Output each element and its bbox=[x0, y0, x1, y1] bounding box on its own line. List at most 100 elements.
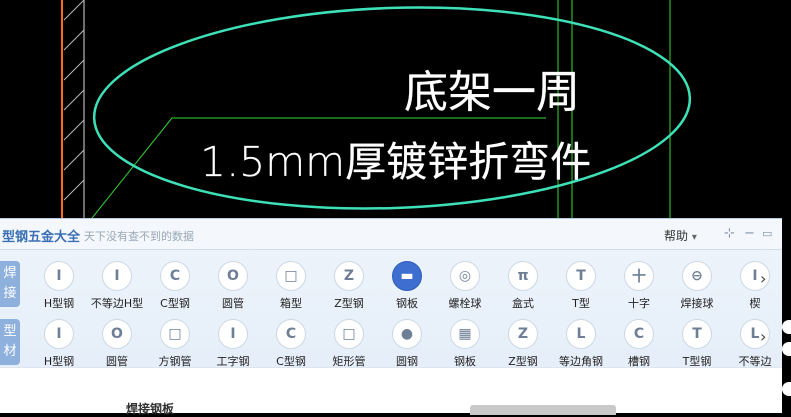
profile-shape-icon: Z bbox=[508, 319, 538, 349]
profile-shape-icon: T bbox=[682, 319, 712, 349]
profile-shape-icon: C bbox=[276, 319, 306, 349]
profile-shape-icon: □ bbox=[334, 319, 364, 349]
profile-shape-icon: ⊖ bbox=[682, 261, 712, 291]
app-subtitle: 天下没有查不到的数据 bbox=[84, 230, 194, 243]
profile-shape-icon: ▬ bbox=[392, 261, 422, 291]
profile-tile[interactable]: ◎ 螺栓球 bbox=[436, 259, 494, 315]
profile-tile[interactable]: I H型钢 bbox=[30, 317, 88, 373]
profile-tile[interactable]: □ 矩形管 bbox=[320, 317, 378, 373]
edge-decoration bbox=[782, 342, 791, 356]
profile-label: 不等边H型 bbox=[90, 297, 144, 310]
profile-tile[interactable]: □ 箱型 bbox=[262, 259, 320, 315]
profile-tile[interactable]: L 不等边 bbox=[726, 317, 784, 373]
help-label: 帮助 bbox=[664, 229, 689, 243]
profile-shape-glyph: O bbox=[111, 326, 123, 342]
profile-shape-glyph: π bbox=[517, 268, 529, 284]
profile-shape-icon: C bbox=[160, 261, 190, 291]
profile-tile[interactable]: I 工字钢 bbox=[204, 317, 262, 373]
edge-decoration bbox=[782, 382, 791, 396]
profile-shape-glyph: ▬ bbox=[400, 268, 414, 284]
scroll-right-icon[interactable]: › bbox=[760, 269, 766, 288]
app-title: 型钢五金大全 bbox=[2, 230, 81, 245]
profile-tile[interactable]: T T型 bbox=[552, 259, 610, 315]
profile-shape-icon: O bbox=[102, 319, 132, 349]
profile-tile[interactable]: O 圆管 bbox=[204, 259, 262, 315]
cad-text-line1: 底架一周 bbox=[404, 67, 580, 118]
profile-shape-icon: ● bbox=[392, 319, 422, 349]
cad-text-line2: 1.5mm厚镀锌折弯件 bbox=[200, 138, 592, 186]
profile-shape-glyph: Z bbox=[343, 268, 355, 284]
profile-tile[interactable]: C 槽钢 bbox=[610, 317, 668, 373]
profile-shape-glyph: I bbox=[752, 268, 758, 284]
profile-label: 箱型 bbox=[280, 297, 302, 310]
profile-tile[interactable]: C C型钢 bbox=[262, 317, 320, 373]
detail-area: 焊接钢板 bbox=[0, 367, 782, 416]
profile-label: H型钢 bbox=[43, 297, 75, 310]
profile-shape-icon: □ bbox=[160, 319, 190, 349]
profile-label: 钢板 bbox=[396, 297, 418, 310]
profile-tile[interactable]: T T型钢 bbox=[668, 317, 726, 373]
profile-shape-icon: ▦ bbox=[450, 319, 480, 349]
profile-tile[interactable]: Z Z型钢 bbox=[494, 317, 552, 373]
profile-label: 盒式 bbox=[512, 297, 534, 310]
profile-shape-glyph: □ bbox=[342, 326, 356, 342]
profile-label: 十字 bbox=[628, 297, 650, 310]
help-menu[interactable]: 帮助 ▾ bbox=[664, 227, 697, 244]
profile-shape-icon: I bbox=[102, 261, 132, 291]
profile-shape-glyph: Z bbox=[517, 326, 529, 342]
scroll-right-icon[interactable]: › bbox=[760, 327, 766, 346]
profile-shape-glyph: L bbox=[750, 326, 760, 342]
profile-tile[interactable]: I楔 bbox=[726, 259, 784, 315]
profile-tile[interactable]: □ 方钢管 bbox=[146, 317, 204, 373]
row-label-profile: 型材 bbox=[0, 319, 20, 365]
profile-tile[interactable]: Z Z型钢 bbox=[320, 259, 378, 315]
profile-tile[interactable]: π 盒式 bbox=[494, 259, 552, 315]
row-profile: 型材 I H型钢 O 圆管 □ 方钢管 I 工字钢 C C型钢 □ 矩形管 ● 圆钢 ▦ 钢板 Z Z型钢 L 等边角… bbox=[0, 317, 782, 373]
profile-shape-icon: Z bbox=[334, 261, 364, 291]
profile-shape-icon: I bbox=[44, 261, 74, 291]
profile-shape-icon: C bbox=[624, 319, 654, 349]
profile-shape-glyph: I bbox=[114, 268, 120, 284]
profile-tile[interactable]: ● 圆钢 bbox=[378, 317, 436, 373]
chevron-down-icon: ▾ bbox=[691, 232, 697, 243]
row-welded: 焊接 I H型钢 I 不等边H型 C C型钢 O 圆管 □ 箱型 Z Z型钢 ▬ 钢板 ◎ 螺栓球 π 盒式 T T型… bbox=[0, 259, 782, 315]
profile-shape-icon: ◎ bbox=[450, 261, 480, 291]
profile-tile[interactable]: L 等边角钢 bbox=[552, 317, 610, 373]
profile-shape-glyph: □ bbox=[168, 326, 182, 342]
detail-title: 焊接钢板 bbox=[126, 402, 175, 416]
title-bar: 型钢五金大全 天下没有查不到的数据 帮助 ▾ ⊹ − ▭ ✕ bbox=[0, 219, 782, 250]
profile-shape-icon: I bbox=[218, 319, 248, 349]
profile-shape-glyph: I bbox=[56, 268, 62, 284]
edge-decoration bbox=[782, 320, 791, 334]
profile-tile[interactable]: I H型钢 bbox=[30, 259, 88, 315]
profile-tile[interactable]: O 圆管 bbox=[88, 317, 146, 373]
minimize-icon[interactable]: − bbox=[744, 226, 755, 241]
profile-label: C型钢 bbox=[160, 297, 190, 310]
profile-tile[interactable]: C C型钢 bbox=[146, 259, 204, 315]
maximize-icon[interactable]: ▭ bbox=[762, 227, 772, 240]
profile-shape-icon: π bbox=[508, 261, 538, 291]
profile-label: Z型钢 bbox=[334, 297, 364, 310]
profile-tile[interactable]: ▦ 钢板 bbox=[436, 317, 494, 373]
profile-shape-glyph: I bbox=[56, 326, 62, 342]
profile-shape-glyph: T bbox=[692, 326, 702, 342]
pin-icon[interactable]: ⊹ bbox=[724, 226, 735, 241]
profile-shape-glyph: L bbox=[576, 326, 586, 342]
profile-tile[interactable]: 十十字 bbox=[610, 259, 668, 315]
profile-shape-glyph: O bbox=[227, 268, 239, 284]
profile-shape-glyph: □ bbox=[284, 268, 298, 284]
profile-shape-glyph: 十 bbox=[632, 269, 646, 285]
profile-label: 楔 bbox=[749, 297, 761, 310]
profile-shape-glyph: ▦ bbox=[458, 326, 472, 342]
row-label-welded: 焊接 bbox=[0, 261, 20, 307]
profile-shape-glyph: ◎ bbox=[458, 268, 472, 284]
profile-label: T型 bbox=[572, 297, 590, 310]
profile-tile[interactable]: ⊖ 焊接球 bbox=[668, 259, 726, 315]
profile-tile[interactable]: ▬ 钢板 bbox=[378, 259, 436, 315]
profile-shape-icon: T bbox=[566, 261, 596, 291]
profile-shape-icon: □ bbox=[276, 261, 306, 291]
profile-shape-glyph: I bbox=[230, 326, 236, 342]
profile-shape-glyph: C bbox=[633, 326, 645, 342]
profile-tile[interactable]: I 不等边H型 bbox=[88, 259, 146, 315]
profile-shape-glyph: ● bbox=[400, 326, 414, 342]
